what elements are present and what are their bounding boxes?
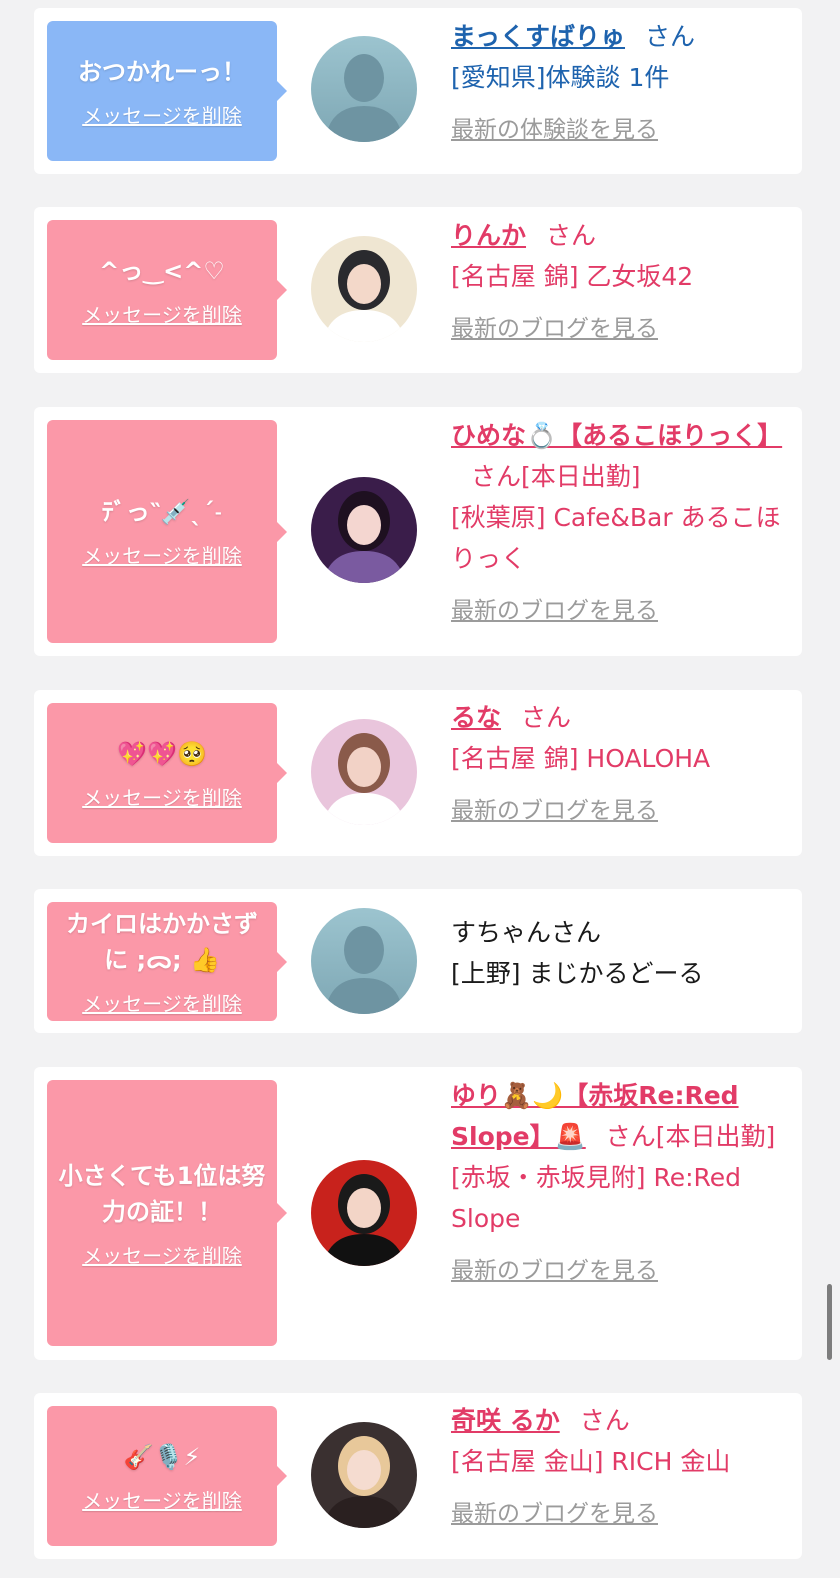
- avatar[interactable]: [311, 36, 417, 142]
- latest-post-link[interactable]: 最新のブログを見る: [451, 1494, 658, 1535]
- shop-detail: [上野] まじかるどーる: [451, 959, 704, 988]
- latest-post-link[interactable]: 最新のブログを見る: [451, 309, 658, 350]
- shop-detail: [秋葉原] Cafe&Bar あるこほりっく: [451, 503, 781, 573]
- honorific-suffix: さん: [579, 1406, 630, 1435]
- avatar[interactable]: [311, 1422, 417, 1528]
- profile-info: ゆり🧸🌙【赤坂Re:Red Slope】🚨 さん[本日出勤] [赤坂・赤坂見附] R…: [451, 1075, 781, 1292]
- work-status: [本日出勤]: [521, 462, 641, 491]
- honorific-suffix: さん: [546, 221, 597, 250]
- latest-post-link[interactable]: 最新の体験談を見る: [451, 110, 658, 151]
- profile-name-link[interactable]: まっくすばりゅ: [451, 22, 625, 51]
- delete-message-link[interactable]: メッセージを削除: [82, 100, 242, 129]
- avatar-placeholder: [311, 36, 417, 142]
- profile-photo: [311, 719, 417, 825]
- profile-info: まっくすばりゅ さん [愛知県]体験談 1件最新の体験談を見る: [451, 16, 781, 151]
- honorific-suffix: さん: [645, 22, 696, 51]
- name-line: まっくすばりゅ さん: [451, 16, 781, 57]
- message-card: ﾃﾞっ‶💉ˎˊ˗ メッセージを削除 ひめな💍【あるこほりっく】さん[本日出勤] [秋…: [34, 407, 802, 656]
- message-bubble: カイロはかかさずに ;ᯅ; 👍 メッセージを削除: [47, 902, 287, 1021]
- profile-name-link[interactable]: るな: [451, 703, 501, 732]
- shop-detail: [名古屋 錦] HOALOHA: [451, 744, 711, 773]
- name-line: ゆり🧸🌙【赤坂Re:Red Slope】🚨 さん[本日出勤]: [451, 1075, 781, 1157]
- name-line: るな さん: [451, 697, 781, 738]
- message-text: 💖💖🥺: [117, 739, 207, 768]
- message-bubble: 小さくても1位は努力の証！！ メッセージを削除: [47, 1080, 287, 1346]
- avatar[interactable]: [311, 236, 417, 342]
- delete-message-link[interactable]: メッセージを削除: [82, 988, 242, 1017]
- latest-post-link[interactable]: 最新のブログを見る: [451, 1251, 658, 1292]
- message-text: カイロはかかさずに ;ᯅ; 👍: [66, 910, 258, 974]
- message-text: 🎸🎙️⚡: [123, 1442, 201, 1471]
- message-bubble: ﾃﾞっ‶💉ˎˊ˗ メッセージを削除: [47, 420, 287, 643]
- profile-info: りんか さん [名古屋 錦] 乙女坂42 最新のブログを見る: [451, 215, 781, 350]
- name-line: りんか さん: [451, 215, 781, 256]
- profile-photo: [311, 477, 417, 583]
- message-bubble: 🎸🎙️⚡ メッセージを削除: [47, 1406, 287, 1546]
- message-card: 💖💖🥺 メッセージを削除 るな さん [名古屋 錦] HOALOHA 最新のブログを見る: [34, 690, 802, 856]
- message-bubble: 💖💖🥺 メッセージを削除: [47, 703, 287, 843]
- profile-name-link[interactable]: りんか: [451, 221, 526, 250]
- delete-message-link[interactable]: メッセージを削除: [82, 299, 242, 328]
- shop-detail: [愛知県]体験談 1件: [451, 63, 670, 92]
- profile-name: すちゃんさん: [451, 918, 602, 947]
- profile-photo: [311, 236, 417, 342]
- message-text: おつかれーっ！: [78, 57, 246, 86]
- delete-message-link[interactable]: メッセージを削除: [82, 540, 242, 569]
- name-line: 奇咲 るか さん: [451, 1400, 781, 1441]
- shop-detail: [赤坂・赤坂見附] Re:Red Slope: [451, 1163, 742, 1233]
- message-card: カイロはかかさずに ;ᯅ; 👍 メッセージを削除 すちゃんさん [上野] まじかるど…: [34, 889, 802, 1033]
- message-bubble: ^っ‿<^♡ メッセージを削除: [47, 220, 287, 360]
- message-card: 🎸🎙️⚡ メッセージを削除 奇咲 るか さん [名古屋 金山] RICH 金山最新のブ…: [34, 1393, 802, 1559]
- scrollbar[interactable]: [827, 1284, 832, 1360]
- message-text: ^っ‿<^♡: [99, 256, 225, 285]
- shop-detail: [名古屋 錦] 乙女坂42: [451, 262, 694, 291]
- avatar[interactable]: [311, 719, 417, 825]
- message-card: ^っ‿<^♡ メッセージを削除 りんか さん [名古屋 錦] 乙女坂42 最新のブログを…: [34, 207, 802, 373]
- profile-photo: [311, 1160, 417, 1266]
- profile-info: すちゃんさん [上野] まじかるどーる: [451, 912, 781, 994]
- name-line: すちゃんさん: [451, 912, 781, 953]
- profile-name-link[interactable]: 奇咲 るか: [451, 1406, 560, 1435]
- delete-message-link[interactable]: メッセージを削除: [82, 1240, 242, 1269]
- avatar-placeholder: [311, 908, 417, 1014]
- delete-message-link[interactable]: メッセージを削除: [82, 1485, 242, 1514]
- message-bubble: おつかれーっ！ メッセージを削除: [47, 21, 287, 161]
- profile-info: るな さん [名古屋 錦] HOALOHA 最新のブログを見る: [451, 697, 781, 832]
- message-card: 小さくても1位は努力の証！！ メッセージを削除 ゆり🧸🌙【赤坂Re:Red Slo…: [34, 1067, 802, 1360]
- honorific-suffix: さん: [471, 462, 522, 491]
- profile-info: ひめな💍【あるこほりっく】さん[本日出勤] [秋葉原] Cafe&Bar あるこほ…: [451, 415, 782, 632]
- message-text: 小さくても1位は努力の証！！: [58, 1161, 266, 1226]
- delete-message-link[interactable]: メッセージを削除: [82, 782, 242, 811]
- avatar[interactable]: [311, 1160, 417, 1266]
- avatar[interactable]: [311, 477, 417, 583]
- honorific-suffix: さん: [605, 1122, 656, 1151]
- shop-detail: [名古屋 金山] RICH 金山: [451, 1447, 731, 1476]
- work-status: [本日出勤]: [655, 1122, 776, 1151]
- message-text: ﾃﾞっ‶💉ˎˊ˗: [101, 498, 223, 526]
- profile-photo: [311, 1422, 417, 1528]
- name-line: ひめな💍【あるこほりっく】さん[本日出勤]: [451, 415, 782, 497]
- profile-name-link[interactable]: ひめな💍【あるこほりっく】: [451, 421, 782, 450]
- latest-post-link[interactable]: 最新のブログを見る: [451, 591, 658, 632]
- message-card: おつかれーっ！ メッセージを削除 まっくすばりゅ さん [愛知県]体験談 1件最新の体…: [34, 8, 802, 174]
- latest-post-link[interactable]: 最新のブログを見る: [451, 791, 658, 832]
- honorific-suffix: さん: [521, 703, 572, 732]
- profile-info: 奇咲 るか さん [名古屋 金山] RICH 金山最新のブログを見る: [451, 1400, 781, 1535]
- avatar[interactable]: [311, 908, 417, 1014]
